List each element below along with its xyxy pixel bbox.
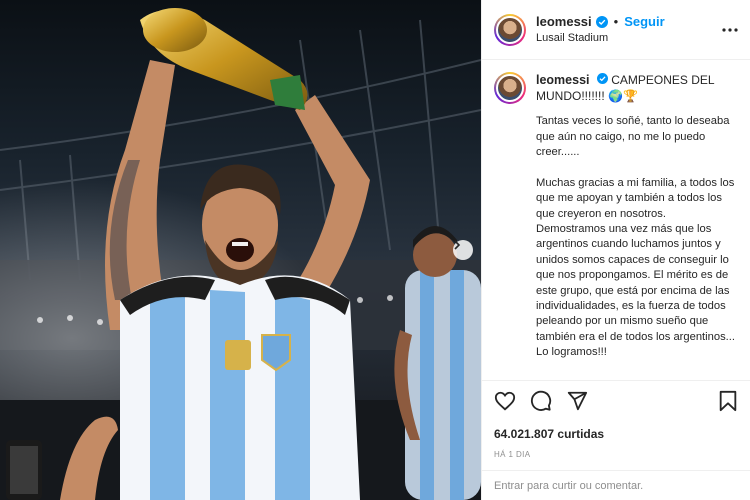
bookmark-icon [719,390,737,412]
separator-dot: • [613,14,619,30]
like-button[interactable] [494,390,516,412]
comment-input[interactable] [494,479,738,492]
caption-area[interactable]: leomessi CAMPEONES DEL MUNDO!!!!!!! 🌍🏆 T… [482,60,750,380]
post-author: leomessi • Seguir Lusail Stadium [536,14,665,45]
comment-button[interactable] [530,390,552,412]
post-sidebar: leomessi • Seguir Lusail Stadium leomess… [481,0,750,500]
location-link[interactable]: Lusail Stadium [536,32,665,45]
caption-text: Tantas veces lo soñé, tanto lo deseaba q… [536,115,736,359]
post-timestamp: HÁ 1 DIA [494,450,531,459]
follow-button[interactable]: Seguir [624,14,664,30]
caption-username-link[interactable]: leomessi [536,73,590,87]
more-options-icon [722,27,738,32]
action-icons [494,389,738,413]
photo-illustration [0,8,481,500]
post-photo[interactable] [0,0,481,500]
carousel-next-button[interactable] [453,240,473,260]
heart-icon [494,391,516,411]
comment-bar [482,470,750,500]
likes-count[interactable]: 64.021.807 curtidas [494,427,738,441]
caption-avatar[interactable] [494,72,526,104]
avatar[interactable] [494,13,526,46]
share-icon [567,391,588,411]
comment-icon [530,390,552,411]
more-options-button[interactable] [722,27,738,32]
chevron-right-icon [454,240,461,250]
save-button[interactable] [718,390,738,412]
verified-badge-icon [595,15,608,28]
share-button[interactable] [566,390,588,412]
username-link[interactable]: leomessi [536,14,592,30]
post-header: leomessi • Seguir Lusail Stadium [482,0,750,60]
post-actions: 64.021.807 curtidas HÁ 1 DIA [482,380,750,459]
verified-badge-icon [596,73,608,84]
caption-header: leomessi CAMPEONES DEL MUNDO!!!!!!! 🌍🏆 [494,72,738,104]
